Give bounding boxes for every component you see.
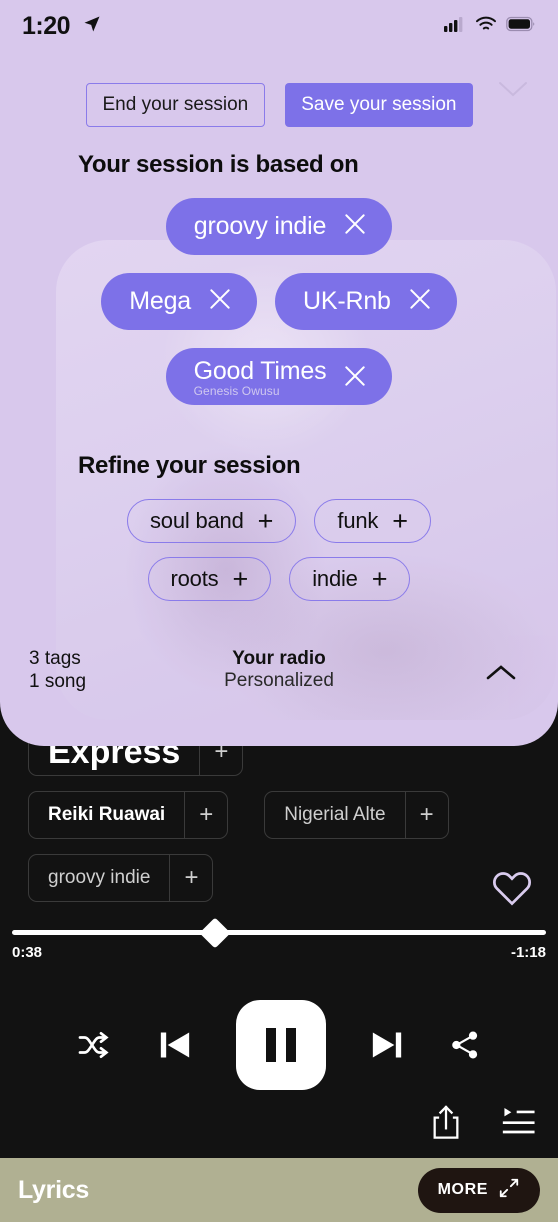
heart-outline-icon[interactable] [490,866,534,910]
seed-chip-label: Mega [129,287,192,316]
plus-icon: + [232,563,249,594]
refine-chip-list: soul band + funk + roots + indie + [0,499,558,615]
share-upload-icon[interactable] [430,1104,462,1142]
status-bar: 1:20 [0,0,558,52]
seed-chip-label: Good Times [193,356,327,385]
skip-previous-icon[interactable] [154,1025,196,1065]
seed-chip[interactable]: UK-Rnb [275,273,457,330]
refine-chip-row: roots + indie + [0,557,558,601]
refine-chip[interactable]: indie + [289,557,411,601]
radio-title: Your radio [232,648,326,669]
progress-times: 0:38 -1:18 [12,944,546,961]
close-icon[interactable] [407,286,433,317]
plus-icon: + [371,563,388,594]
refine-chip-label: roots [170,566,219,591]
seed-chip-text: Good Times Genesis Owusu [193,356,327,399]
lyrics-bar[interactable]: Lyrics MORE [0,1158,558,1222]
lyrics-more-button[interactable]: MORE [417,1167,540,1213]
player-tag-label: Reiki Ruawai [29,792,186,838]
player-tag-row: groovy indie + [28,854,530,902]
plus-icon: + [257,505,274,536]
seed-chip-label: groovy indie [193,212,327,241]
session-footer: 3 tags 1 song Your radio Personalized [0,648,558,708]
remaining-time: -1:18 [510,944,546,961]
save-session-button[interactable]: Save your session [285,83,473,127]
lyrics-title: Lyrics [18,1175,89,1204]
transport-controls [0,1000,558,1090]
progress-section: 0:38 -1:18 [0,916,558,961]
end-session-button[interactable]: End your session [85,83,266,127]
session-seed-chips: groovy indie Mega UK-Rnb Good Times Gene… [0,198,558,423]
seed-chip-row: Mega UK-Rnb [0,273,558,330]
location-arrow-icon [82,14,102,39]
seed-chip[interactable]: Mega [101,273,258,330]
battery-full-icon [506,16,536,37]
elapsed-time: 0:38 [12,944,43,961]
seed-chip[interactable]: Good Times Genesis Owusu [165,348,393,405]
status-bar-clock: 1:20 [22,11,71,40]
player-tag-row: Reiki Ruawai + Nigerial Alte + [28,791,530,839]
refine-chip[interactable]: soul band + [127,499,297,543]
shuffle-icon[interactable] [76,1030,114,1060]
refine-chip[interactable]: roots + [147,557,272,601]
status-bar-indicators [444,16,536,37]
plus-icon[interactable]: + [185,792,227,838]
wifi-icon [475,16,497,37]
player-tag-chip[interactable]: Reiki Ruawai + [28,791,229,839]
close-icon[interactable] [207,286,233,317]
queue-list-icon[interactable] [500,1106,536,1140]
refine-chip-row: soul band + funk + [0,499,558,543]
seed-chip-row: groovy indie [0,198,558,255]
progress-track[interactable] [12,916,546,949]
seed-chip-row: Good Times Genesis Owusu [0,348,558,405]
based-on-title: Your session is based on [78,151,359,178]
close-icon[interactable] [342,363,368,394]
radio-info: Your radio Personalized [0,648,558,692]
player-tag-chip[interactable]: Nigerial Alte + [264,791,449,839]
player-tag-list: Express + Reiki Ruawai + Nigerial Alte +… [28,728,530,917]
refine-title: Refine your session [78,452,301,479]
player-tag-label: groovy indie [29,855,171,901]
refine-chip[interactable]: funk + [314,499,431,543]
plus-icon: + [392,505,408,536]
refine-chip-label: soul band [150,508,244,533]
refine-chip-label: funk [337,508,379,533]
session-header-buttons: End your session Save your session [0,83,558,127]
share-nodes-icon[interactable] [448,1029,482,1061]
plus-icon[interactable]: + [170,855,212,901]
session-overlay-panel: 1:20 End your session Save your session … [0,0,558,746]
chevron-down-icon[interactable] [496,78,530,105]
plus-icon[interactable]: + [406,792,448,838]
seed-chip-label: UK-Rnb [303,287,391,316]
seed-chip-artist: Genesis Owusu [193,384,280,399]
skip-next-icon[interactable] [366,1025,408,1065]
seed-chip[interactable]: groovy indie [165,198,393,255]
expand-diagonal-icon [498,1177,520,1204]
close-icon[interactable] [342,211,368,242]
player-bottom-icons [430,1104,536,1142]
refine-chip-label: indie [312,566,358,591]
player-tag-label: Nigerial Alte [265,792,406,838]
cellular-signal-icon [444,16,466,37]
player-tag-chip[interactable]: groovy indie + [28,854,214,902]
chevron-up-icon[interactable] [484,662,518,689]
more-button-label: MORE [437,1181,488,1198]
pause-icon[interactable] [236,1000,326,1090]
phone-screen: Express + Reiki Ruawai + Nigerial Alte +… [0,0,558,1222]
radio-subtitle: Personalized [224,670,334,691]
